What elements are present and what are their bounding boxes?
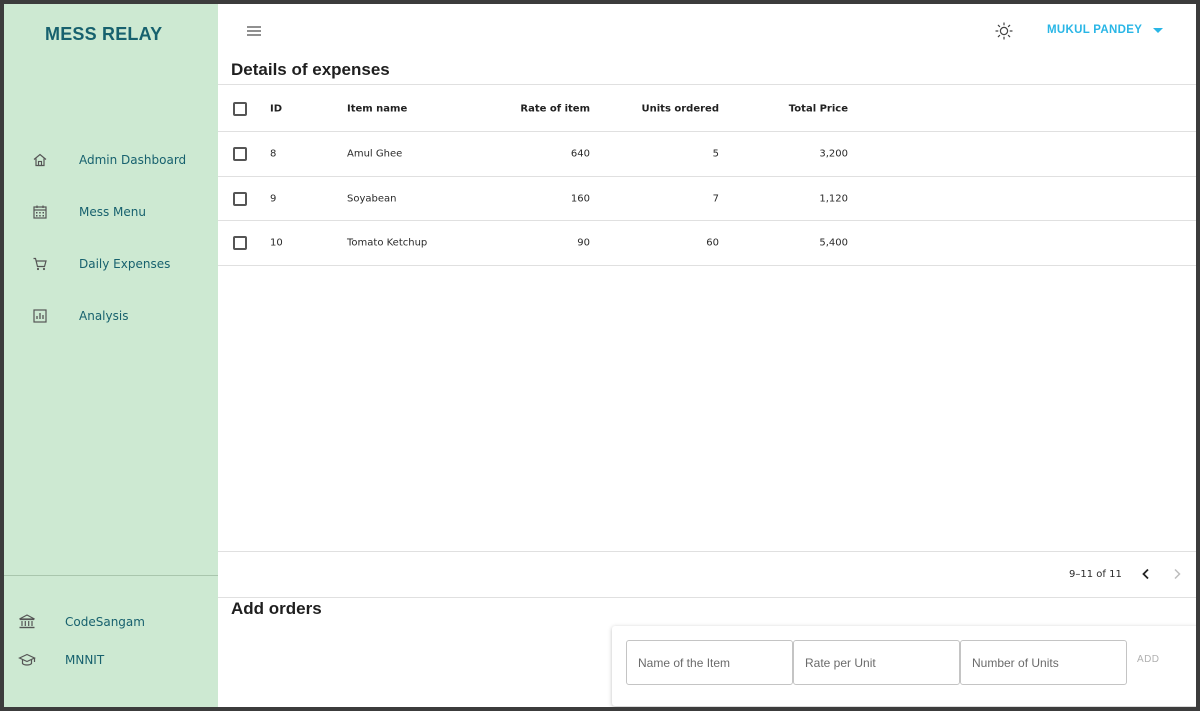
divider — [218, 597, 1196, 598]
footer-link-mnnit[interactable]: MNNIT — [4, 648, 218, 672]
calendar-icon — [33, 205, 47, 219]
sidebar: MESS RELAY Admin Dashboard Mess Menu Dai… — [4, 4, 218, 707]
column-header-rate[interactable]: Rate of item — [520, 104, 590, 115]
bar-chart-icon — [33, 309, 47, 323]
user-menu-name[interactable]: MUKUL PANDEY — [1047, 24, 1142, 36]
cell-total: 3,200 — [819, 148, 848, 160]
table-footer-divider — [218, 551, 1196, 552]
expenses-title: Details of expenses — [231, 60, 390, 79]
cell-units: 60 — [706, 237, 719, 249]
chevron-right-icon[interactable] — [1170, 567, 1184, 581]
footer-link-label: MNNIT — [65, 653, 105, 667]
table-header-row: ID Item name Rate of item Units ordered … — [218, 86, 1196, 132]
pagination-range: 9–11 of 11 — [1069, 569, 1122, 580]
expenses-table: ID Item name Rate of item Units ordered … — [218, 84, 1196, 598]
sidebar-item-label: Analysis — [79, 309, 129, 323]
footer-link-label: CodeSangam — [65, 615, 145, 629]
column-header-units[interactable]: Units ordered — [642, 104, 720, 115]
add-order-form: ADD — [612, 626, 1196, 706]
graduation-cap-icon — [18, 653, 36, 666]
sidebar-item-daily-expenses[interactable]: Daily Expenses — [4, 249, 218, 279]
cell-item-name: Soyabean — [347, 193, 397, 205]
item-name-input[interactable] — [626, 640, 793, 685]
sidebar-item-mess-menu[interactable]: Mess Menu — [4, 197, 218, 227]
cell-total: 1,120 — [819, 193, 848, 205]
caret-down-icon[interactable] — [1153, 28, 1163, 33]
add-orders-title: Add orders — [231, 599, 322, 618]
divider — [218, 84, 1196, 85]
cell-rate: 90 — [577, 237, 590, 249]
sun-icon[interactable] — [994, 21, 1014, 41]
row-checkbox[interactable] — [233, 192, 247, 206]
table-row[interactable]: 8 Amul Ghee 640 5 3,200 — [218, 132, 1196, 176]
sidebar-item-analysis[interactable]: Analysis — [4, 301, 218, 331]
sidebar-item-admin-dashboard[interactable]: Admin Dashboard — [4, 145, 218, 175]
cell-rate: 640 — [570, 148, 590, 160]
table-row[interactable]: 9 Soyabean 160 7 1,120 — [218, 177, 1196, 221]
column-header-total[interactable]: Total Price — [789, 104, 848, 115]
chevron-left-icon[interactable] — [1139, 567, 1153, 581]
table-row[interactable]: 10 Tomato Ketchup 90 60 5,400 — [218, 221, 1196, 265]
rate-per-unit-input[interactable] — [793, 640, 960, 685]
cell-item-name: Amul Ghee — [347, 148, 403, 160]
add-order-button[interactable]: ADD — [1137, 654, 1159, 665]
sidebar-item-label: Mess Menu — [79, 205, 147, 219]
hamburger-menu-icon[interactable] — [244, 23, 264, 39]
cell-id: 10 — [270, 237, 283, 249]
divider — [218, 265, 1196, 266]
app-window: MESS RELAY Admin Dashboard Mess Menu Dai… — [4, 4, 1196, 707]
number-of-units-input[interactable] — [960, 640, 1127, 685]
home-icon — [33, 153, 47, 167]
sidebar-item-label: Admin Dashboard — [79, 153, 187, 167]
cell-id: 8 — [270, 148, 277, 160]
brand-logo: MESS RELAY — [45, 24, 163, 44]
select-all-checkbox[interactable] — [233, 102, 247, 116]
cell-item-name: Tomato Ketchup — [347, 237, 428, 249]
row-checkbox[interactable] — [233, 147, 247, 161]
cell-total: 5,400 — [819, 237, 848, 249]
sidebar-item-label: Daily Expenses — [79, 257, 171, 271]
cart-icon — [33, 257, 47, 271]
cell-rate: 160 — [570, 193, 590, 205]
cell-id: 9 — [270, 193, 277, 205]
cell-units: 5 — [712, 148, 719, 160]
sidebar-divider — [4, 575, 218, 576]
cell-units: 7 — [712, 193, 719, 205]
column-header-id[interactable]: ID — [270, 104, 282, 115]
row-checkbox[interactable] — [233, 236, 247, 250]
column-header-item-name[interactable]: Item name — [347, 104, 407, 115]
footer-link-codesangam[interactable]: CodeSangam — [4, 610, 218, 634]
institution-icon — [19, 614, 35, 629]
